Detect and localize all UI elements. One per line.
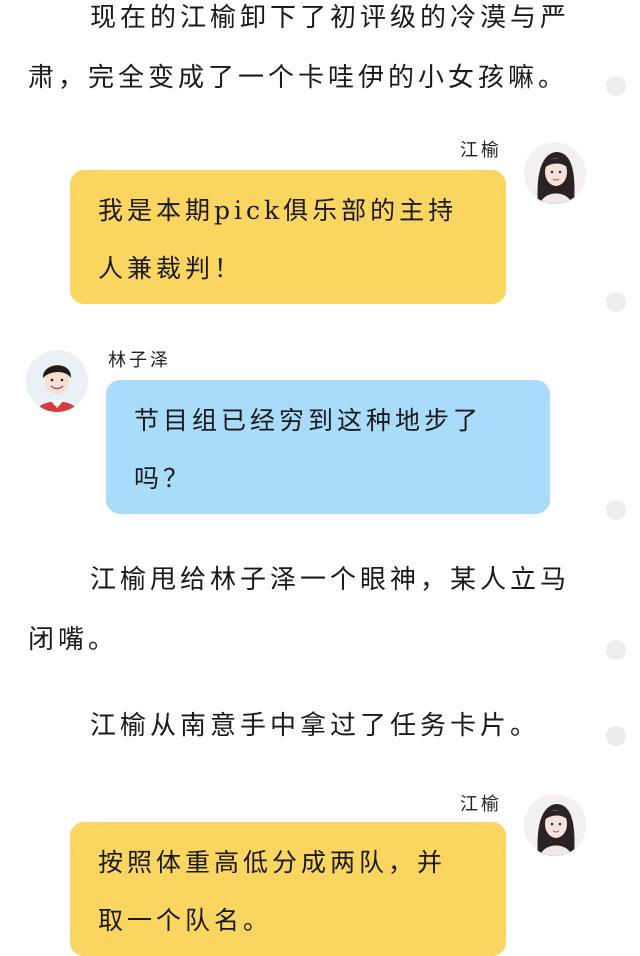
avatar-linzize <box>26 350 88 412</box>
scroll-marker <box>606 76 626 96</box>
avatar-jiangyu <box>524 142 586 204</box>
avatar-jiangyu <box>524 794 586 856</box>
chat-line: 取一个队名。 <box>98 906 273 935</box>
chat-line: 节目组已经穷到这种地步了 <box>134 406 483 435</box>
speaker-name: 林子泽 <box>108 350 171 371</box>
story-paragraph: 现在的江榆卸下了初评级的冷漠与严 肃，完全变成了一个卡哇伊的小女孩嘛。 <box>28 0 588 108</box>
chat-line: 按照体重高低分成两队，并 <box>98 848 447 877</box>
paragraph-line: 江榆甩给林子泽一个眼神，某人立马 <box>90 565 571 595</box>
scroll-marker <box>606 500 626 520</box>
scroll-marker <box>606 726 626 746</box>
chat-bubble: 我是本期pick俱乐部的主持 人兼裁判！ <box>70 170 506 304</box>
paragraph-line: 闭嘴。 <box>28 625 119 655</box>
chat-bubble: 按照体重高低分成两队，并 取一个队名。 <box>70 822 506 956</box>
paragraph-line: 江榆从南意手中拿过了任务卡片。 <box>90 711 541 741</box>
scroll-marker <box>606 292 626 312</box>
chat-line: 我是本期pick俱乐部的主持 <box>98 196 458 225</box>
chat-line: 人兼裁判！ <box>98 254 244 283</box>
story-paragraph: 江榆从南意手中拿过了任务卡片。 <box>28 696 588 756</box>
speaker-name: 江榆 <box>460 794 502 815</box>
speaker-name: 江榆 <box>460 140 502 161</box>
paragraph-line: 现在的江榆卸下了初评级的冷漠与严 <box>90 3 571 33</box>
scroll-marker <box>606 640 626 660</box>
story-paragraph: 江榆甩给林子泽一个眼神，某人立马 闭嘴。 <box>28 550 588 670</box>
chat-line: 吗？ <box>134 464 193 493</box>
chat-bubble: 节目组已经穷到这种地步了 吗？ <box>106 380 550 514</box>
paragraph-line: 肃，完全变成了一个卡哇伊的小女孩嘛。 <box>28 63 569 93</box>
